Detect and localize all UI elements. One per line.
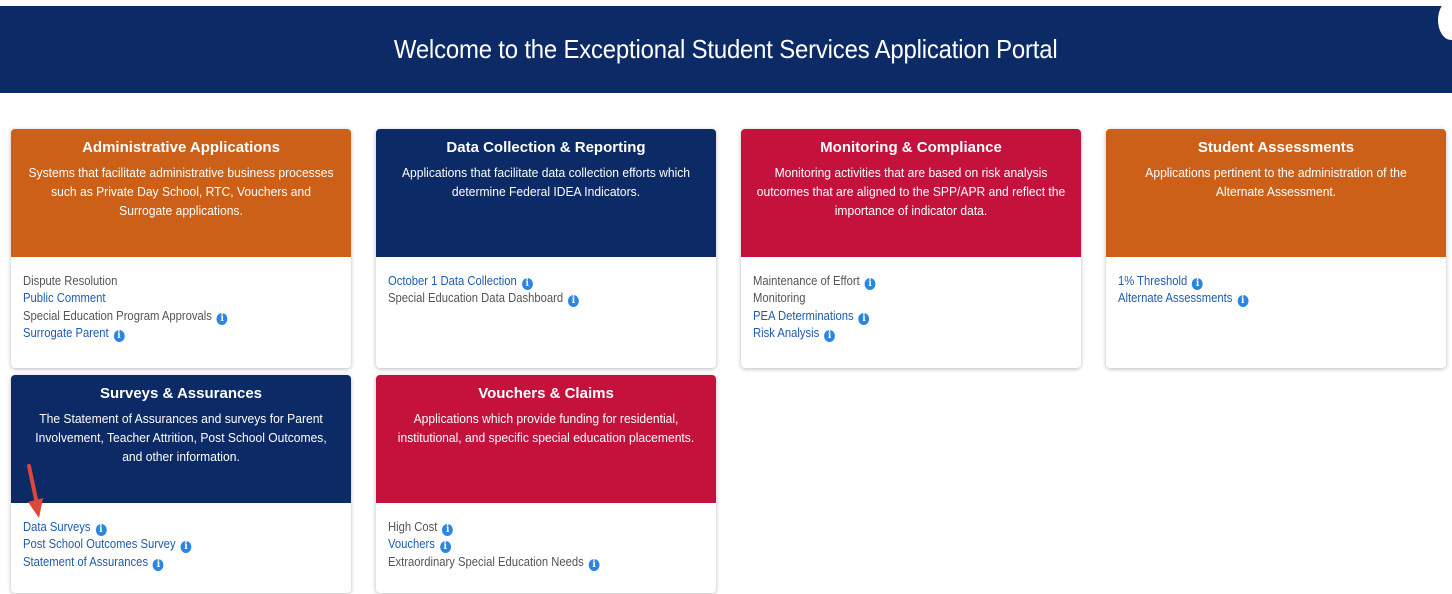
link-pea-determinations[interactable]: PEA Determinations i xyxy=(753,308,1037,325)
card-surveys-assurances: Surveys & Assurances The Statement of As… xyxy=(11,375,351,593)
card-header: Student Assessments Applications pertine… xyxy=(1106,129,1446,257)
card-student-assessments: Student Assessments Applications pertine… xyxy=(1106,129,1446,368)
info-icon[interactable]: i xyxy=(824,329,836,342)
link-dispute-resolution[interactable]: Dispute Resolution xyxy=(23,273,307,290)
info-icon[interactable]: i xyxy=(442,524,454,536)
card-header: Surveys & Assurances The Statement of As… xyxy=(11,375,351,503)
link-high-cost[interactable]: High Cost i xyxy=(388,519,672,536)
link-surrogate-parent[interactable]: Surrogate Parent i xyxy=(23,325,307,342)
card-description: The Statement of Assurances and surveys … xyxy=(35,411,327,464)
card-title: Data Collection & Reporting xyxy=(446,139,646,156)
link-public-comment[interactable]: Public Comment xyxy=(23,290,307,307)
info-icon[interactable]: i xyxy=(1237,295,1249,308)
link-special-education-program-approvals[interactable]: Special Education Program Approvals i xyxy=(23,308,307,325)
link-maintenance-of-effort[interactable]: Maintenance of Effort i xyxy=(753,273,1037,290)
portal-header: Welcome to the Exceptional Student Servi… xyxy=(0,6,1452,93)
card-header: Administrative Applications Systems that… xyxy=(11,129,351,257)
link-alternate-assessments[interactable]: Alternate Assessments i xyxy=(1118,290,1402,308)
info-icon[interactable]: i xyxy=(858,312,870,325)
card-administrative-applications: Administrative Applications Systems that… xyxy=(11,129,351,368)
link-october-1-data-collection[interactable]: October 1 Data Collection i xyxy=(388,273,672,290)
card-vouchers-claims: Vouchers & Claims Applications which pro… xyxy=(376,375,716,593)
card-title: Monitoring & Compliance xyxy=(820,139,1002,156)
card-description: Applications which provide funding for r… xyxy=(397,411,695,445)
page-title: Welcome to the Exceptional Student Servi… xyxy=(394,34,1058,64)
card-title: Administrative Applications xyxy=(82,139,280,156)
card-links: Maintenance of Effort i Monitoring PEA D… xyxy=(741,257,1081,350)
info-icon[interactable]: i xyxy=(521,278,533,290)
card-title: Student Assessments xyxy=(1197,139,1355,156)
info-icon[interactable]: i xyxy=(180,541,192,554)
card-links: 1% Threshold i Alternate Assessments i xyxy=(1106,257,1446,316)
link-vouchers[interactable]: Vouchers i xyxy=(388,536,672,554)
link-post-school-outcomes-survey[interactable]: Post School Outcomes Survey i xyxy=(23,536,307,554)
card-description: Systems that facilitate administrative b… xyxy=(28,165,334,218)
card-data-collection-reporting: Data Collection & Reporting Applications… xyxy=(376,129,716,368)
info-icon[interactable]: i xyxy=(216,312,228,325)
link-risk-analysis[interactable]: Risk Analysis i xyxy=(753,325,1037,342)
card-description: Applications pertinent to the administra… xyxy=(1145,165,1407,199)
card-description: Applications that facilitate data collec… xyxy=(401,165,691,199)
info-icon[interactable]: i xyxy=(153,558,164,571)
info-icon[interactable]: i xyxy=(588,558,600,571)
card-links: October 1 Data Collection i Special Educ… xyxy=(376,257,716,316)
card-header: Data Collection & Reporting Applications… xyxy=(376,129,716,257)
info-icon[interactable]: i xyxy=(95,524,107,536)
card-title: Vouchers & Claims xyxy=(478,385,614,402)
info-icon[interactable]: i xyxy=(1192,278,1203,290)
link-statement-of-assurances[interactable]: Statement of Assurances i xyxy=(23,554,307,571)
link-monitoring[interactable]: Monitoring xyxy=(753,290,1037,307)
link-special-education-data-dashboard[interactable]: Special Education Data Dashboard i xyxy=(388,290,672,308)
card-title: Surveys & Assurances xyxy=(99,385,263,402)
annotation-arrow-icon xyxy=(27,464,43,518)
card-description: Monitoring activities that are based on … xyxy=(756,165,1066,218)
info-icon[interactable]: i xyxy=(864,278,876,290)
card-links: Data Surveys i Post School Outcomes Surv… xyxy=(11,503,351,579)
card-header: Vouchers & Claims Applications which pro… xyxy=(376,375,716,503)
link-extraordinary-special-education-needs[interactable]: Extraordinary Special Education Needs i xyxy=(388,554,672,571)
card-monitoring-compliance: Monitoring & Compliance Monitoring activ… xyxy=(741,129,1081,368)
link-data-surveys[interactable]: Data Surveys i xyxy=(23,519,307,536)
info-icon[interactable]: i xyxy=(568,295,579,308)
card-header: Monitoring & Compliance Monitoring activ… xyxy=(741,129,1081,257)
card-links: High Cost i Vouchers i Extraordinary Spe… xyxy=(376,503,716,579)
link-1-percent-threshold[interactable]: 1% Threshold i xyxy=(1118,273,1402,290)
info-icon[interactable]: i xyxy=(439,541,451,554)
card-links: Dispute Resolution Public Comment Specia… xyxy=(11,257,351,350)
info-icon[interactable]: i xyxy=(113,329,125,342)
